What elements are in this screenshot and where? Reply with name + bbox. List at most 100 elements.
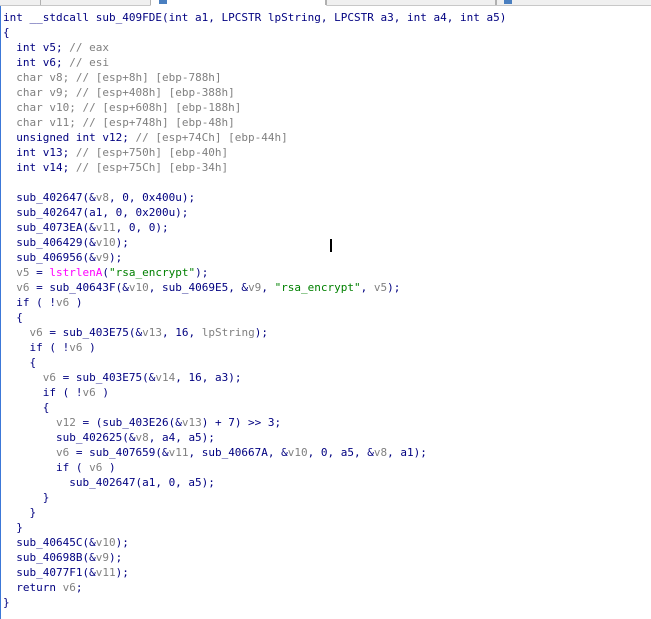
code-token: v13 (142, 326, 162, 339)
code-token: sub_40698B(& (3, 551, 96, 564)
tab-structures[interactable] (495, 0, 651, 5)
code-line[interactable]: sub_4073EA(&v11, 0, 0); (3, 220, 169, 235)
code-token: // [esp+74Ch] [ebp-44h] (135, 131, 288, 144)
code-line[interactable]: sub_402647(a1, 0, 0x200u); (3, 205, 188, 220)
code-line[interactable]: char v9; // [esp+408h] [ebp-388h] (3, 85, 235, 100)
code-token: sub_4077F1(& (3, 566, 96, 579)
code-token: int v6; (3, 56, 70, 69)
code-line[interactable]: int v6; // esi (3, 55, 109, 70)
code-token: v13 (181, 416, 202, 429)
code-line[interactable]: if ( v6 ) (3, 460, 116, 475)
code-token: , (261, 281, 275, 294)
code-token: v9 (95, 551, 109, 564)
code-line[interactable]: v6 = sub_407659(&v11, sub_40667A, &v10, … (3, 445, 427, 460)
code-token: = (sub_403E26(& (75, 416, 182, 429)
code-token: unsigned int v12; (3, 131, 136, 144)
code-token: v5 (373, 281, 388, 294)
pseudocode-icon (159, 0, 167, 4)
code-token: , 0, a5, & (307, 446, 374, 459)
code-line[interactable]: { (3, 310, 23, 325)
code-token: int v14; (3, 161, 76, 174)
code-line[interactable]: sub_40645C(&v10); (3, 535, 129, 550)
code-token: // [esp+608h] [ebp-188h] (82, 101, 242, 114)
tab-hex-view[interactable] (325, 0, 497, 5)
code-line[interactable]: char v11; // [esp+748h] [ebp-48h] (3, 115, 235, 130)
code-token: v6 (82, 386, 96, 399)
code-token: char v10; (3, 101, 83, 114)
code-token: "rsa_encrypt" (274, 281, 361, 294)
code-token: v6 (29, 326, 43, 339)
code-line[interactable]: char v10; // [esp+608h] [ebp-188h] (3, 100, 241, 115)
code-line[interactable]: { (3, 25, 10, 40)
code-line[interactable]: sub_402647(&v8, 0, 0x400u); (3, 190, 195, 205)
code-line[interactable]: { (3, 400, 50, 415)
code-token: sub_402647(& (3, 191, 96, 204)
code-token: v8 (373, 446, 388, 459)
code-token: v6 (55, 296, 70, 309)
code-token: v6 (55, 446, 70, 459)
code-line[interactable]: } (3, 490, 50, 505)
code-token: if ( ! (3, 341, 70, 354)
code-token: ); (108, 251, 123, 264)
code-token: sub_40645C(& (3, 536, 96, 549)
code-line[interactable]: sub_402625(&v8, a4, a5); (3, 430, 215, 445)
code-token: { (3, 401, 50, 414)
code-token: v6 (62, 581, 76, 594)
code-token: = (29, 266, 50, 279)
code-line[interactable]: sub_4077F1(&v11); (3, 565, 129, 580)
code-token: ); (115, 566, 129, 579)
code-token: { (3, 356, 37, 369)
code-line[interactable]: int __stdcall sub_409FDE(int a1, LPCSTR … (3, 10, 506, 25)
code-line[interactable]: int v13; // [esp+750h] [ebp-40h] (3, 145, 228, 160)
code-token: ); (254, 326, 268, 339)
code-token: , sub_4069E5, & (148, 281, 249, 294)
code-token: v11 (168, 446, 189, 459)
code-token: , (360, 281, 374, 294)
code-token: = sub_403E75(& (42, 326, 143, 339)
code-line[interactable]: sub_402647(a1, 0, a5); (3, 475, 215, 490)
code-line[interactable]: if ( !v6 ) (3, 295, 82, 310)
code-line[interactable]: sub_406956(&v9); (3, 250, 122, 265)
code-line[interactable]: unsigned int v12; // [esp+74Ch] [ebp-44h… (3, 130, 288, 145)
code-line[interactable]: v6 = sub_403E75(&v13, 16, lpString); (3, 325, 268, 340)
code-line[interactable]: } (3, 595, 10, 610)
code-line[interactable]: if ( !v6 ) (3, 385, 109, 400)
code-token: ); (195, 266, 209, 279)
code-line[interactable]: sub_406429(&v10); (3, 235, 129, 250)
code-line[interactable]: if ( !v6 ) (3, 340, 96, 355)
code-token: lstrlenA (49, 266, 103, 279)
code-token: sub_402625(& (3, 431, 136, 444)
code-line[interactable]: } (3, 505, 36, 520)
code-token: // esi (69, 56, 109, 69)
code-token: = sub_407659(& (69, 446, 169, 459)
code-line[interactable]: char v8; // [esp+8h] [ebp-788h] (3, 70, 221, 85)
code-line[interactable]: { (3, 355, 36, 370)
code-token: } (3, 521, 23, 534)
code-token: v11 (95, 221, 116, 234)
code-line[interactable]: v5 = lstrlenA("rsa_encrypt"); (3, 265, 208, 280)
tab-ida-view[interactable] (40, 0, 152, 5)
code-token: // [esp+750h] [ebp-40h] (75, 146, 229, 159)
code-line[interactable]: return v6; (3, 580, 82, 595)
pseudocode-editor[interactable]: int __stdcall sub_409FDE(int a1, LPCSTR … (0, 6, 651, 619)
code-token: sub_402647(a1, 0, a5); (3, 476, 215, 489)
code-line[interactable]: sub_40698B(&v9); (3, 550, 122, 565)
code-token: sub_406429(& (3, 236, 96, 249)
code-line[interactable]: int v5; // eax (3, 40, 109, 55)
code-token: ); (115, 536, 129, 549)
code-token: , 0, 0); (115, 221, 169, 234)
code-line[interactable]: v12 = (sub_403E26(&v13) + 7) >> 3; (3, 415, 281, 430)
code-token: , a4, a5); (148, 431, 215, 444)
code-token: v10 (287, 446, 308, 459)
code-token: v6 (16, 281, 30, 294)
code-line[interactable]: } (3, 520, 23, 535)
code-line[interactable]: v6 = sub_403E75(&v14, 16, a3); (3, 370, 242, 385)
code-line[interactable]: int v14; // [esp+75Ch] [ebp-34h] (3, 160, 228, 175)
code-token: ) + 7) >> 3; (201, 416, 282, 429)
code-line[interactable]: v6 = sub_40643F(&v10, sub_4069E5, &v9, "… (3, 280, 400, 295)
code-token: , 0, 0x400u); (108, 191, 196, 204)
code-token: char v8; (3, 71, 76, 84)
code-token: ) (82, 341, 96, 354)
code-token: if ( ! (3, 296, 56, 309)
